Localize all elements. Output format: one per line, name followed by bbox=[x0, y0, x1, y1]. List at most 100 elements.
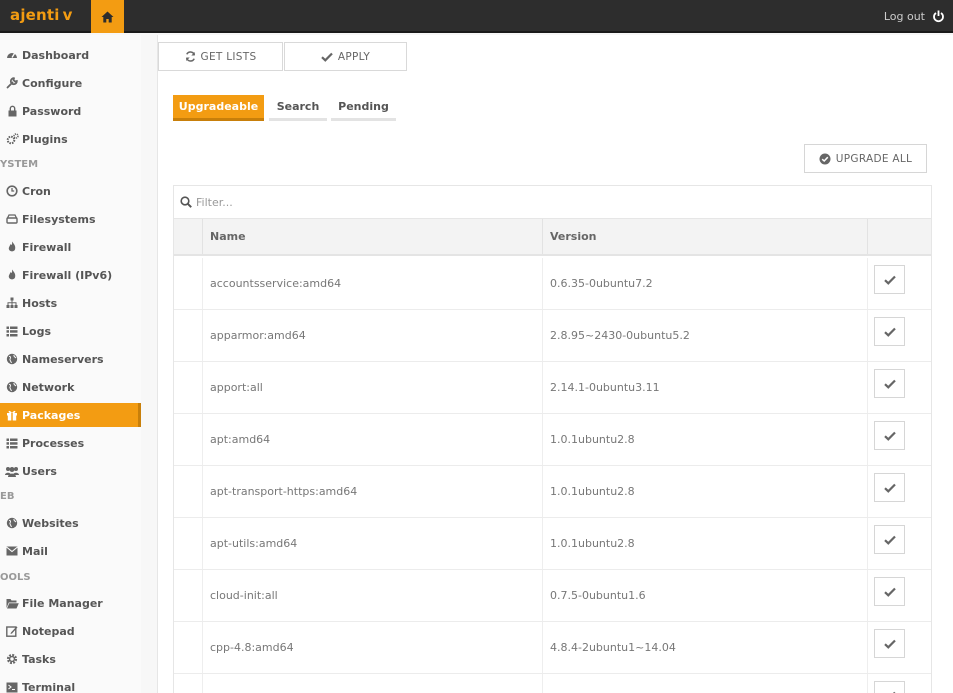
table-row: apt:amd64 1.0.1ubuntu2.8 bbox=[174, 414, 931, 466]
search-icon bbox=[180, 196, 192, 208]
sidebar-item-dashboard[interactable]: Dashboard bbox=[0, 43, 141, 67]
hdd-icon bbox=[5, 212, 19, 226]
select-package-checkbox[interactable] bbox=[874, 317, 905, 346]
fire-icon bbox=[5, 268, 19, 282]
sidebar-item-label: Processes bbox=[22, 436, 85, 450]
home-button[interactable] bbox=[91, 0, 124, 33]
main-content: GET LISTS APPLY Upgradeable Search Pendi… bbox=[157, 35, 953, 693]
sidebar-item-tasks[interactable]: Tasks bbox=[0, 647, 141, 671]
power-icon bbox=[933, 10, 944, 23]
upgrade-all-button[interactable]: UPGRADE ALL bbox=[804, 144, 927, 173]
sidebar-item-label: Configure bbox=[22, 76, 83, 90]
package-name: apparmor:amd64 bbox=[202, 310, 542, 361]
sidebar-item-label: Network bbox=[22, 380, 75, 394]
globe-icon bbox=[5, 352, 19, 366]
main-gutter bbox=[141, 35, 157, 693]
top-bar: ajenti v Log out bbox=[0, 0, 953, 33]
globe-icon bbox=[5, 516, 19, 530]
sidebar-item-firewall[interactable]: Firewall bbox=[0, 235, 141, 259]
sidebar-item-label: Notepad bbox=[22, 624, 75, 638]
select-package-checkbox[interactable] bbox=[874, 525, 905, 554]
sidebar-item-label: Cron bbox=[22, 184, 51, 198]
sidebar-item-websites[interactable]: Websites bbox=[0, 511, 141, 535]
row-spacer bbox=[174, 362, 202, 413]
packages-table: Name Version accountsservice:amd640.6.35… bbox=[173, 185, 932, 693]
row-spacer bbox=[174, 518, 202, 569]
filter-input[interactable] bbox=[196, 195, 596, 209]
select-package-checkbox[interactable] bbox=[874, 369, 905, 398]
check-icon bbox=[883, 483, 896, 493]
column-header-version[interactable]: Version bbox=[542, 219, 867, 254]
table-row: accountsservice:amd64 0.6.35-0ubuntu7.2 bbox=[174, 258, 931, 310]
get-lists-label: GET LISTS bbox=[200, 50, 257, 63]
sidebar-item-label: File Manager bbox=[22, 596, 103, 610]
select-package-checkbox[interactable] bbox=[874, 577, 905, 606]
select-package-checkbox[interactable] bbox=[874, 421, 905, 450]
package-name: cloud-init:all bbox=[202, 570, 542, 621]
sidebar-item-password[interactable]: Password bbox=[0, 99, 141, 123]
package-version: 1.0.1ubuntu2.8 bbox=[542, 466, 867, 517]
package-name: accountsservice:amd64 bbox=[202, 258, 542, 309]
row-spacer bbox=[174, 414, 202, 465]
check-icon bbox=[321, 52, 333, 62]
apply-button[interactable]: APPLY bbox=[284, 42, 407, 71]
sidebar-item-hosts[interactable]: Hosts bbox=[0, 291, 141, 315]
lock-icon bbox=[5, 104, 19, 118]
brand-logo[interactable]: ajenti v bbox=[10, 6, 73, 24]
select-package-checkbox[interactable] bbox=[874, 629, 905, 658]
select-package-checkbox[interactable] bbox=[874, 681, 905, 693]
select-package-checkbox[interactable] bbox=[874, 473, 905, 502]
sidebar-item-users[interactable]: Users bbox=[0, 459, 141, 483]
select-package-checkbox[interactable] bbox=[874, 265, 905, 294]
terminal-icon bbox=[5, 680, 19, 693]
sidebar-item-mail[interactable]: Mail bbox=[0, 539, 141, 563]
clock-icon bbox=[5, 184, 19, 198]
sidebar-item-processes[interactable]: Processes bbox=[0, 431, 141, 455]
sidebar-item-firewall-ipv6[interactable]: Firewall (IPv6) bbox=[0, 263, 141, 287]
logout-button[interactable]: Log out bbox=[884, 0, 945, 33]
sidebar-item-nameservers[interactable]: Nameservers bbox=[0, 347, 141, 371]
sidebar-item-cron[interactable]: Cron bbox=[0, 179, 141, 203]
sidebar-item-packages[interactable]: Packages bbox=[0, 403, 141, 427]
sidebar-item-label: Terminal bbox=[22, 680, 76, 693]
sidebar-item-label: Firewall (IPv6) bbox=[22, 268, 113, 282]
sidebar-item-label: Tasks bbox=[22, 652, 56, 666]
get-lists-button[interactable]: GET LISTS bbox=[158, 42, 283, 71]
tab-search[interactable]: Search bbox=[269, 95, 327, 121]
sidebar-item-file-manager[interactable]: File Manager bbox=[0, 591, 141, 615]
gear-icon bbox=[5, 652, 19, 666]
row-spacer bbox=[174, 674, 202, 693]
sidebar-item-label: Mail bbox=[22, 544, 48, 558]
table-row: fuse:amd642.9.2-4ubuntu4.14.04.1 bbox=[174, 674, 931, 693]
check-icon bbox=[883, 535, 896, 545]
sidebar-item-plugins[interactable]: Plugins bbox=[0, 127, 141, 151]
sidebar-item-notepad[interactable]: Notepad bbox=[0, 619, 141, 643]
sitemap-icon bbox=[5, 296, 19, 310]
tab-upgradeable[interactable]: Upgradeable bbox=[173, 95, 264, 121]
sidebar-item-configure[interactable]: Configure bbox=[0, 71, 141, 95]
sidebar-item-logs[interactable]: Logs bbox=[0, 319, 141, 343]
package-name: cpp-4.8:amd64 bbox=[202, 622, 542, 673]
sidebar-item-filesystems[interactable]: Filesystems bbox=[0, 207, 141, 231]
package-version: 4.8.4-2ubuntu1~14.04 bbox=[542, 622, 867, 673]
row-spacer bbox=[174, 466, 202, 517]
check-icon bbox=[883, 327, 896, 337]
users-icon bbox=[5, 464, 19, 478]
sidebar-item-network[interactable]: Network bbox=[0, 375, 141, 399]
section-web: EB bbox=[0, 491, 15, 502]
column-header-name[interactable]: Name bbox=[202, 219, 542, 254]
package-name: apt-utils:amd64 bbox=[202, 518, 542, 569]
package-version: 2.14.1-0ubuntu3.11 bbox=[542, 362, 867, 413]
tab-label: Pending bbox=[338, 100, 389, 113]
edit-icon bbox=[5, 624, 19, 638]
table-row: cloud-init:all 0.7.5-0ubuntu1.6 bbox=[174, 570, 931, 622]
package-version: 2.9.2-4ubuntu4.14.04.1 bbox=[542, 674, 867, 693]
upgrade-all-label: UPGRADE ALL bbox=[835, 152, 913, 165]
sidebar-item-label: Filesystems bbox=[22, 212, 96, 226]
table-row: apport:all 2.14.1-0ubuntu3.11 bbox=[174, 362, 931, 414]
tab-label: Search bbox=[276, 100, 320, 113]
check-icon bbox=[883, 431, 896, 441]
sidebar-item-terminal[interactable]: Terminal bbox=[0, 675, 141, 693]
tab-label: Upgradeable bbox=[178, 100, 259, 113]
tab-pending[interactable]: Pending bbox=[331, 95, 396, 121]
